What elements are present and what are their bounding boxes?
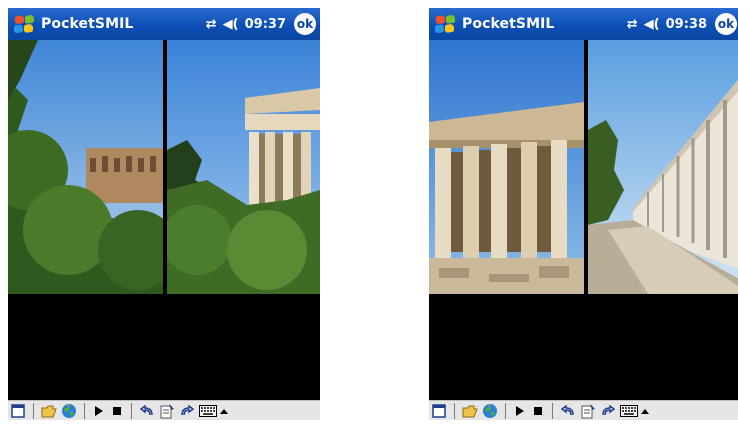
window-icon[interactable] xyxy=(429,402,449,420)
start-menu-icon[interactable] xyxy=(433,11,457,36)
clock[interactable]: 09:38 xyxy=(666,17,707,32)
connectivity-icon[interactable]: ⇄ xyxy=(627,17,638,32)
app-title: PocketSMIL xyxy=(41,16,134,32)
undo-icon[interactable] xyxy=(137,402,157,420)
properties-icon[interactable] xyxy=(578,402,598,420)
pocketpc-screen-1: PocketSMIL ⇄ ◀( 09:37 ok xyxy=(8,8,320,420)
toolbar-separator xyxy=(552,403,553,419)
toolbar-separator xyxy=(131,403,132,419)
ok-button[interactable]: ok xyxy=(715,13,737,35)
undo-icon[interactable] xyxy=(558,402,578,420)
clock[interactable]: 09:37 xyxy=(245,17,286,32)
start-menu-icon[interactable] xyxy=(12,11,36,36)
right-image-temple-of-hephaestus xyxy=(167,40,320,294)
scroll-up-icon[interactable] xyxy=(640,402,650,420)
globe-icon[interactable] xyxy=(480,402,500,420)
stop-icon[interactable] xyxy=(529,402,547,420)
toolbar-separator xyxy=(505,403,506,419)
properties-icon[interactable] xyxy=(157,402,177,420)
right-image-stoa-of-attalos xyxy=(588,40,738,294)
app-title: PocketSMIL xyxy=(462,16,555,32)
left-image-parthenon xyxy=(429,40,584,294)
speaker-icon[interactable]: ◀( xyxy=(223,17,239,32)
window-icon[interactable] xyxy=(8,402,28,420)
toolbar-separator xyxy=(454,403,455,419)
speaker-icon[interactable]: ◀( xyxy=(644,17,660,32)
open-folder-icon[interactable] xyxy=(39,402,59,420)
title-bar: PocketSMIL ⇄ ◀( 09:37 ok xyxy=(8,8,320,40)
left-image-odeon-ruins xyxy=(8,40,163,294)
command-bar xyxy=(8,400,320,420)
scroll-up-icon[interactable] xyxy=(219,402,229,420)
smil-canvas xyxy=(8,40,320,400)
command-bar xyxy=(429,400,738,420)
stop-icon[interactable] xyxy=(108,402,126,420)
globe-icon[interactable] xyxy=(59,402,79,420)
toolbar-separator xyxy=(84,403,85,419)
ok-button[interactable]: ok xyxy=(294,13,316,35)
smil-canvas xyxy=(429,40,738,400)
play-icon[interactable] xyxy=(511,402,529,420)
toolbar-separator xyxy=(33,403,34,419)
keyboard-icon[interactable] xyxy=(197,402,219,420)
keyboard-icon[interactable] xyxy=(618,402,640,420)
redo-icon[interactable] xyxy=(598,402,618,420)
pocketpc-screen-2: PocketSMIL ⇄ ◀( 09:38 ok xyxy=(429,8,738,420)
connectivity-icon[interactable]: ⇄ xyxy=(206,17,217,32)
play-icon[interactable] xyxy=(90,402,108,420)
open-folder-icon[interactable] xyxy=(460,402,480,420)
redo-icon[interactable] xyxy=(177,402,197,420)
title-bar: PocketSMIL ⇄ ◀( 09:38 ok xyxy=(429,8,738,40)
